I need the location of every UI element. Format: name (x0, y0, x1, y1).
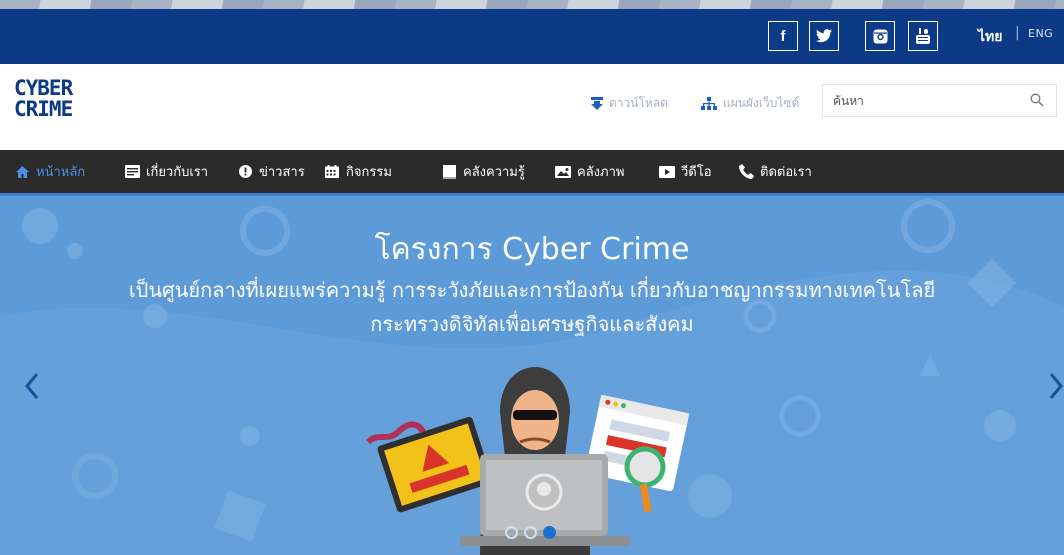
top-decorative-strip (0, 0, 1064, 9)
logo-line-1: CYBER (14, 76, 73, 100)
download-icon (591, 97, 603, 110)
slide-dot-2[interactable] (524, 526, 537, 539)
language-separator: | (1015, 25, 1020, 41)
language-english[interactable]: ENG (1028, 27, 1053, 40)
banner-subtitle-1: เป็นศูนย์กลางที่เผยแพร่ความรู้ การระวังภ… (128, 278, 936, 302)
nav-item-contact[interactable]: ติดต่อเรา (738, 150, 812, 193)
slider-prev-arrow[interactable] (20, 366, 44, 406)
banner-title: โครงการ Cyber Crime (374, 232, 690, 267)
home-icon (14, 164, 30, 180)
nav-item-knowledge[interactable]: คลังความรู้ (441, 150, 525, 193)
nav-item-label: วีดีโอ (681, 165, 712, 180)
sitemap-link[interactable]: แผนผังเว็บไซต์ (701, 94, 799, 113)
nav-item-gallery[interactable]: คลังภาพ (555, 150, 624, 193)
phone-icon (738, 164, 754, 180)
hacker-illustration (365, 367, 690, 555)
youtube-icon[interactable] (908, 21, 938, 51)
cyber-crime-logo[interactable]: CYBER CRIME (14, 78, 84, 120)
nav-item-home[interactable]: หน้าหลัก (14, 150, 85, 193)
twitter-icon[interactable] (809, 21, 839, 51)
instagram-icon[interactable] (865, 21, 895, 51)
top-bar: f ไทย | ENG (0, 0, 1064, 64)
site-header: CYBER CRIME ดาวน์โหลด แผนผังเว็บไซต์ (0, 64, 1064, 150)
slide-dot-3[interactable] (543, 526, 556, 539)
sitemap-icon (701, 97, 717, 110)
slide-dot-1[interactable] (505, 526, 518, 539)
document-icon (124, 164, 140, 180)
hero-slider: โครงการ Cyber Crime เป็นศูนย์กลางที่เผยแ… (0, 196, 1064, 555)
sitemap-label: แผนผังเว็บไซต์ (723, 96, 800, 110)
language-thai[interactable]: ไทย (978, 26, 1002, 48)
nav-item-label: คลังภาพ (577, 165, 625, 180)
calendar-icon (324, 164, 340, 180)
facebook-icon[interactable]: f (768, 21, 798, 51)
slider-next-arrow[interactable] (1044, 366, 1064, 406)
info-icon (237, 164, 253, 180)
nav-item-video[interactable]: วีดีโอ (659, 150, 712, 193)
nav-item-label: เกี่ยวกับเรา (146, 165, 209, 180)
nav-item-about[interactable]: เกี่ยวกับเรา (124, 150, 208, 193)
image-icon (555, 164, 571, 180)
nav-item-news[interactable]: ข่าวสาร (237, 150, 305, 193)
book-icon (441, 164, 457, 180)
nav-item-label: ติดต่อเรา (760, 165, 812, 180)
video-icon (659, 164, 675, 180)
download-label: ดาวน์โหลด (609, 96, 668, 110)
nav-item-label: กิจกรรม (346, 165, 392, 180)
nav-item-label: ข่าวสาร (259, 165, 305, 180)
logo-line-2: CRIME (14, 97, 73, 121)
search-icon[interactable] (1030, 93, 1044, 107)
slider-pagination (505, 526, 556, 539)
nav-item-activities[interactable]: กิจกรรม (324, 150, 392, 193)
nav-item-label: หน้าหลัก (36, 165, 86, 180)
search-box (822, 84, 1057, 117)
search-input[interactable] (833, 93, 1023, 108)
download-link[interactable]: ดาวน์โหลด (591, 94, 668, 113)
nav-item-label: คลังความรู้ (463, 165, 525, 180)
main-nav: หน้าหลัก เกี่ยวกับเรา ข่าวสาร กิจกรรม คล… (0, 150, 1064, 196)
